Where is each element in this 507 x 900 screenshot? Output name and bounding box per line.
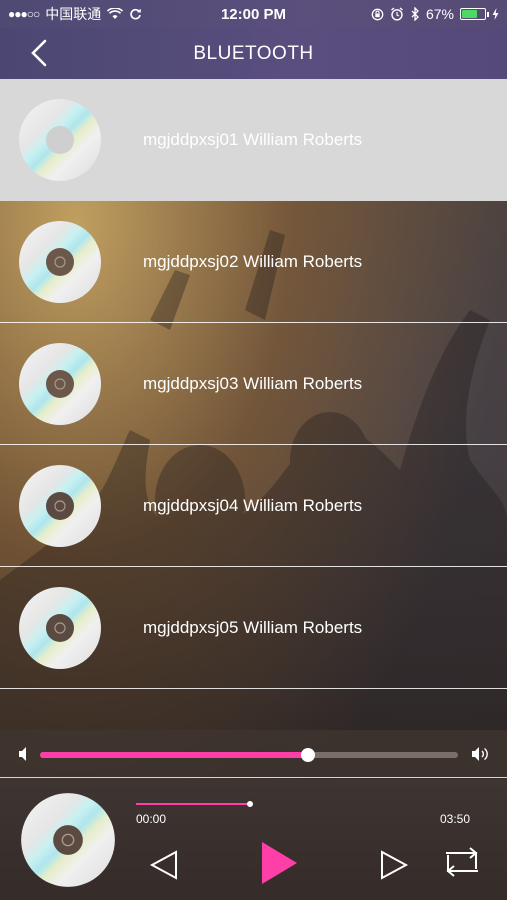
playback-progress-knob[interactable] <box>247 801 253 807</box>
battery-percent: 67% <box>425 6 454 22</box>
signal-strength-icon: ●●●○○ <box>8 7 40 21</box>
status-left: ●●●○○ 中国联通 <box>8 4 142 24</box>
volume-slider-fill <box>40 752 308 758</box>
alarm-icon <box>391 7 403 21</box>
page-title: BLUETOOTH <box>193 42 314 64</box>
status-bar: ●●●○○ 中国联通 12:00 PM 67% <box>0 0 507 28</box>
charging-icon <box>492 8 499 20</box>
track-name: mgjddpxsj02 William Roberts <box>143 251 363 271</box>
now-playing-disc-icon <box>21 793 115 887</box>
bluetooth-icon <box>411 7 419 21</box>
volume-control <box>0 730 507 778</box>
status-right: 67% <box>371 6 499 22</box>
track-row[interactable]: mgjddpxsj02 William Roberts <box>0 201 507 323</box>
repeat-icon <box>446 847 478 877</box>
next-button[interactable] <box>378 849 410 881</box>
track-row[interactable]: mgjddpxsj04 William Roberts <box>0 445 507 567</box>
cd-disc-icon <box>19 586 101 669</box>
track-row[interactable]: mgjddpxsj03 William Roberts <box>0 323 507 445</box>
volume-high-icon <box>472 747 488 761</box>
now-playing-bar: 00:00 03:50 <box>0 779 507 900</box>
track-row[interactable]: mgjddpxsj01 William Roberts <box>0 79 507 201</box>
current-time: 00:00 <box>136 812 167 826</box>
playback-progress-bar[interactable] <box>136 803 250 805</box>
carrier-label: 中国联通 <box>45 6 102 22</box>
volume-slider-knob[interactable] <box>300 748 315 762</box>
navigation-bar: BLUETOOTH <box>0 28 507 79</box>
previous-button[interactable] <box>148 849 180 881</box>
volume-low-icon <box>19 747 26 761</box>
sync-icon <box>130 8 142 19</box>
total-time: 03:50 <box>440 812 471 826</box>
cd-disc-icon <box>19 342 101 425</box>
cd-disc-icon <box>19 464 101 547</box>
track-name: mgjddpxsj04 William Roberts <box>143 495 363 515</box>
wifi-icon <box>107 8 124 19</box>
track-row[interactable]: mgjddpxsj05 William Roberts <box>0 567 507 689</box>
battery-icon <box>460 8 489 20</box>
track-name: mgjddpxsj05 William Roberts <box>143 617 363 637</box>
rotation-lock-icon <box>371 8 384 20</box>
play-button[interactable] <box>259 841 299 885</box>
volume-slider[interactable] <box>40 748 458 762</box>
cd-disc-icon <box>19 220 101 303</box>
cd-disc-icon <box>19 98 101 181</box>
back-button[interactable] <box>22 36 56 70</box>
battery-fill <box>462 10 477 18</box>
repeat-button[interactable] <box>440 845 484 879</box>
track-name: mgjddpxsj03 William Roberts <box>143 373 363 393</box>
track-list: mgjddpxsj01 William Roberts mgjddpxsj02 … <box>0 79 507 689</box>
chevron-left-icon <box>31 39 47 67</box>
track-name: mgjddpxsj01 William Roberts <box>143 129 363 149</box>
